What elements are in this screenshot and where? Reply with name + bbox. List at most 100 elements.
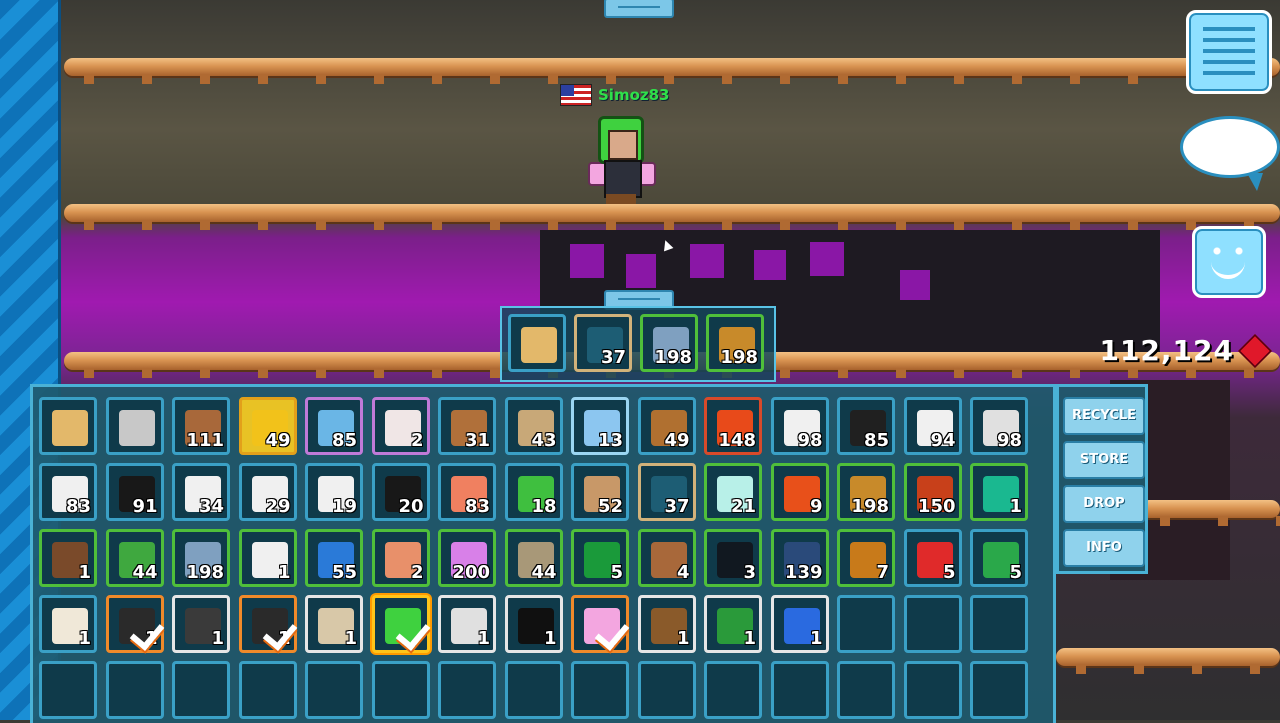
inventory-slot[interactable]: 34 xyxy=(172,463,230,521)
inventory-slot[interactable]: 150 xyxy=(903,463,962,521)
inventory-slot[interactable]: 49 xyxy=(637,397,696,455)
inventory-slot[interactable] xyxy=(571,595,630,653)
inventory-slot[interactable]: 198 xyxy=(837,463,895,521)
inventory-slot[interactable] xyxy=(903,661,962,719)
item-count: 19 xyxy=(331,496,357,517)
item-count: 83 xyxy=(65,496,91,517)
inventory-slot[interactable]: 1 xyxy=(637,595,696,653)
inventory-slot[interactable]: 49 xyxy=(238,397,297,455)
info-button[interactable]: INFO xyxy=(1063,529,1145,567)
inventory-slot[interactable]: 1 xyxy=(305,595,363,653)
inventory-slot[interactable]: 3 xyxy=(704,529,762,587)
inventory-slot[interactable]: 13 xyxy=(571,397,629,455)
inventory-slot[interactable]: 1 xyxy=(172,595,230,653)
inventory-slot[interactable] xyxy=(105,661,164,719)
inventory-slot[interactable] xyxy=(637,661,696,719)
inventory-slot[interactable]: 98 xyxy=(970,397,1028,455)
inventory-slot[interactable] xyxy=(438,661,496,719)
inventory-slot[interactable]: 1 xyxy=(704,595,762,653)
gem-icon xyxy=(1238,333,1272,368)
player-avatar[interactable] xyxy=(588,112,660,204)
inventory-slot[interactable]: 37 xyxy=(637,463,696,521)
inventory-slot[interactable]: 19 xyxy=(305,463,363,521)
inventory-slot[interactable]: 7 xyxy=(837,529,895,587)
inventory-slot[interactable]: 85 xyxy=(305,397,363,455)
quickbar-slot[interactable]: 37 xyxy=(574,314,632,372)
quickbar-slot[interactable]: 198 xyxy=(640,314,698,372)
inventory-slot[interactable]: 1 xyxy=(770,595,829,653)
inventory-slot[interactable]: 198 xyxy=(172,529,230,587)
inventory-slot[interactable]: 111 xyxy=(172,397,230,455)
inventory-slot[interactable]: 1 xyxy=(105,595,164,653)
inventory-slot[interactable]: 1 xyxy=(438,595,496,653)
item-count: 5 xyxy=(1009,562,1022,583)
inventory-slot[interactable]: 18 xyxy=(504,463,563,521)
inventory-slot[interactable]: 4 xyxy=(637,529,696,587)
inventory-slot[interactable] xyxy=(371,661,430,719)
inventory-slot[interactable]: 55 xyxy=(305,529,363,587)
inventory-slot[interactable] xyxy=(172,661,230,719)
inventory-slot[interactable]: 200 xyxy=(438,529,496,587)
inventory-slot[interactable]: 29 xyxy=(238,463,297,521)
smiley-icon[interactable] xyxy=(1192,226,1266,298)
inventory-slot[interactable]: 1 xyxy=(238,595,297,653)
inventory-slot[interactable]: 148 xyxy=(704,397,762,455)
inventory-slot[interactable] xyxy=(970,661,1028,719)
inventory-slot[interactable]: 5 xyxy=(970,529,1028,587)
inventory-slot[interactable] xyxy=(704,661,762,719)
inventory-slot[interactable] xyxy=(571,661,629,719)
inventory-slot[interactable]: 2 xyxy=(371,529,430,587)
inventory-slot[interactable]: 20 xyxy=(371,463,430,521)
inventory-slot[interactable]: 52 xyxy=(571,463,629,521)
inventory-slot[interactable] xyxy=(837,595,895,653)
drop-button[interactable]: DROP xyxy=(1063,485,1145,523)
inventory-slot[interactable]: 83 xyxy=(39,463,97,521)
inventory-slot[interactable]: 1 xyxy=(39,529,97,587)
inventory-slot[interactable]: 85 xyxy=(837,397,895,455)
store-button[interactable]: STORE xyxy=(1063,441,1145,479)
inventory-slot[interactable]: 44 xyxy=(504,529,563,587)
inventory-slot[interactable] xyxy=(305,661,363,719)
inventory-slot[interactable] xyxy=(39,661,97,719)
inventory-slot[interactable] xyxy=(903,595,962,653)
top-panel-handle[interactable] xyxy=(604,0,674,18)
inventory-slot[interactable]: 9 xyxy=(770,463,829,521)
inventory-slot[interactable] xyxy=(504,661,563,719)
us-flag-icon xyxy=(560,84,592,106)
inventory-slot[interactable]: 21 xyxy=(704,463,762,521)
inventory-slot[interactable]: 1 xyxy=(39,595,97,653)
inventory-slot[interactable]: 2 xyxy=(371,397,430,455)
inventory-slot[interactable]: 98 xyxy=(770,397,829,455)
recycle-button[interactable]: RECYCLE xyxy=(1063,397,1145,435)
inventory-slot[interactable]: 44 xyxy=(105,529,164,587)
inventory-slot[interactable] xyxy=(970,595,1028,653)
inventory-slot[interactable] xyxy=(770,661,829,719)
inventory-slot[interactable]: 5 xyxy=(903,529,962,587)
chat-bubble-icon[interactable] xyxy=(1180,116,1280,191)
inventory-slot[interactable]: 91 xyxy=(105,463,164,521)
list-icon[interactable] xyxy=(1186,10,1272,94)
item-count: 1 xyxy=(211,628,224,649)
inventory-slot[interactable] xyxy=(371,595,430,653)
inventory-slot[interactable] xyxy=(105,397,164,455)
inventory-slot[interactable]: 1 xyxy=(504,595,563,653)
item-count: 98 xyxy=(996,430,1022,451)
inventory-slot[interactable]: 1 xyxy=(970,463,1028,521)
item-count: 94 xyxy=(930,430,956,451)
quickbar-slot[interactable]: 198 xyxy=(706,314,764,372)
building-window xyxy=(690,244,724,278)
inventory-slot[interactable]: 94 xyxy=(903,397,962,455)
fist-icon xyxy=(52,410,88,446)
inventory-slot[interactable]: 83 xyxy=(438,463,496,521)
inventory-slot[interactable]: 1 xyxy=(238,529,297,587)
quickbar-slot[interactable] xyxy=(508,314,566,372)
inventory-slot[interactable]: 5 xyxy=(571,529,629,587)
item-count: 198 xyxy=(851,496,889,517)
inventory-slot[interactable]: 139 xyxy=(770,529,829,587)
item-count: 5 xyxy=(942,562,956,583)
inventory-slot[interactable]: 43 xyxy=(504,397,563,455)
inventory-slot[interactable] xyxy=(238,661,297,719)
inventory-slot[interactable] xyxy=(39,397,97,455)
inventory-slot[interactable] xyxy=(837,661,895,719)
inventory-slot[interactable]: 31 xyxy=(438,397,496,455)
